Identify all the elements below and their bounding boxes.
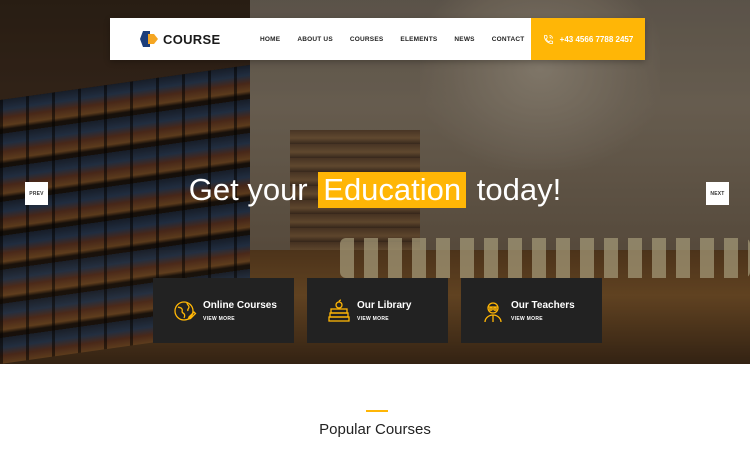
main-navbar: COURSE HOME ABOUT US COURSES ELEMENTS NE… xyxy=(110,18,645,60)
headline-highlight: Education xyxy=(318,172,467,208)
headline-after: today! xyxy=(476,172,562,207)
nav-item-news[interactable]: NEWS xyxy=(454,36,474,43)
feature-card-our-teachers[interactable]: Our Teachers VIEW MORE xyxy=(461,278,602,343)
phone-icon xyxy=(543,34,554,45)
headline-before: Get your xyxy=(188,172,308,207)
logo-text: COURSE xyxy=(163,31,221,47)
next-slide-button[interactable]: NEXT xyxy=(706,182,729,205)
nav-menu: HOME ABOUT US COURSES ELEMENTS NEWS CONT… xyxy=(260,36,541,43)
feature-title: Our Teachers xyxy=(511,299,575,311)
section-title: Popular Courses xyxy=(319,421,431,438)
view-more-link[interactable]: VIEW MORE xyxy=(357,316,411,322)
phone-number: +43 4566 7788 2457 xyxy=(559,34,634,44)
nav-item-contact[interactable]: CONTACT xyxy=(492,36,525,43)
nav-item-about-us[interactable]: ABOUT US xyxy=(297,36,333,43)
view-more-link[interactable]: VIEW MORE xyxy=(203,316,277,322)
teacher-icon xyxy=(481,299,505,323)
phone-contact[interactable]: +43 4566 7788 2457 xyxy=(531,18,645,60)
feature-card-online-courses[interactable]: Online Courses VIEW MORE xyxy=(153,278,294,343)
nav-item-home[interactable]: HOME xyxy=(260,36,280,43)
nav-item-courses[interactable]: COURSES xyxy=(350,36,384,43)
books-apple-icon xyxy=(327,298,351,323)
section-accent-line xyxy=(366,410,388,412)
prev-slide-button[interactable]: PREV xyxy=(25,182,48,205)
nav-item-elements[interactable]: ELEMENTS xyxy=(400,36,437,43)
feature-title: Our Library xyxy=(357,299,412,311)
feature-title: Online Courses xyxy=(203,299,277,311)
logo-mark-icon xyxy=(140,31,158,47)
feature-card-our-library[interactable]: Our Library VIEW MORE xyxy=(307,278,448,343)
globe-pen-icon xyxy=(173,299,197,323)
logo[interactable]: COURSE xyxy=(140,31,240,47)
hero-headline: Get your Education today! xyxy=(0,172,750,208)
view-more-link[interactable]: VIEW MORE xyxy=(511,316,575,322)
